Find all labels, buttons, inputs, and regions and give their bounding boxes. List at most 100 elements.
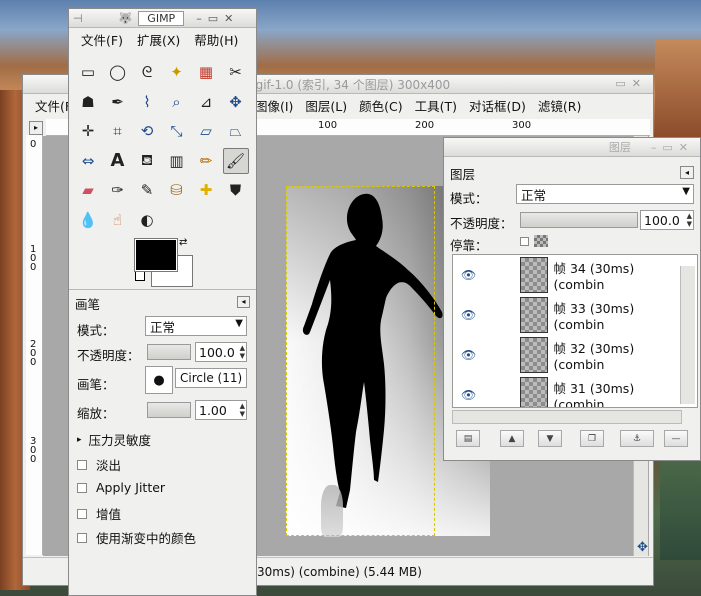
fuzzy-select-icon[interactable]: ✦	[164, 59, 190, 85]
lasso-icon[interactable]: ᘓ	[134, 59, 160, 85]
menu-dialogs[interactable]: 对话框(D)	[469, 96, 526, 115]
mode-select[interactable]: 正常 ▼	[145, 316, 247, 336]
eye-icon[interactable]: 👁	[457, 308, 480, 322]
opacity-row: 不透明度：	[77, 345, 140, 364]
scale-icon[interactable]: ⤡	[164, 118, 190, 144]
clone-icon[interactable]: ⛁	[164, 177, 190, 203]
zoom-icon[interactable]: ⌕	[164, 89, 190, 115]
lower-layer-button[interactable]: ▼	[538, 430, 562, 447]
lock-pixels-checkbox[interactable]	[520, 237, 529, 246]
foreground-select-icon[interactable]: ☗	[75, 89, 101, 115]
shear-icon[interactable]: ▱	[193, 118, 219, 144]
brush-name-field[interactable]: Circle (11)	[175, 368, 247, 388]
foreground-color-swatch[interactable]	[134, 238, 178, 272]
opacity-spin[interactable]: 100.0 ▲ ▼	[195, 342, 247, 362]
gradient-checkbox[interactable]	[77, 532, 87, 543]
pressure-expander[interactable]: ▸ 压力灵敏度	[77, 430, 151, 449]
layer-row[interactable]: 👁 帧 34 (30ms) (combin	[453, 255, 685, 295]
layers-opacity-slider[interactable]	[520, 212, 638, 228]
quick-mask-corner[interactable]: ▸	[29, 121, 43, 135]
layer-list-hscroll[interactable]	[452, 410, 682, 424]
layer-row[interactable]: 👁 帧 33 (30ms) (combin	[453, 295, 685, 335]
dock-window-controls[interactable]: –▭✕	[651, 141, 694, 154]
layer-list[interactable]: 👁 帧 34 (30ms) (combin 👁 帧 33 (30ms) (com…	[452, 254, 698, 408]
opacity-slider[interactable]	[147, 344, 191, 360]
measure-icon[interactable]: ⊿	[193, 89, 219, 115]
default-colors-icon[interactable]	[135, 271, 145, 281]
airbrush-icon[interactable]: ✑	[105, 177, 131, 203]
paintbrush-icon[interactable]: 🖌	[222, 147, 249, 174]
pencil-icon[interactable]: ✏	[193, 148, 219, 174]
gradient-option[interactable]: 使用渐变中的颜色	[77, 528, 196, 547]
rotate-icon[interactable]: ⟲	[134, 118, 160, 144]
eraser-icon[interactable]: ▰	[75, 177, 101, 203]
brush-preview-button[interactable]: ●	[145, 366, 173, 394]
bucket-fill-icon[interactable]: ⛾	[134, 148, 160, 174]
flip-icon[interactable]: ⇔	[75, 148, 101, 174]
layer-list-vscroll[interactable]	[680, 266, 695, 404]
menu-layer[interactable]: 图层(L)	[305, 96, 347, 115]
color-select-icon[interactable]: ▦	[193, 59, 219, 85]
layer-row[interactable]: 👁 帧 31 (30ms) (combin	[453, 375, 685, 407]
layer-row[interactable]: 👁 帧 32 (30ms) (combin	[453, 335, 685, 375]
spin-arrows-icon[interactable]: ▲ ▼	[687, 212, 692, 228]
smudge-icon[interactable]: ☝	[105, 207, 131, 233]
menu-filters[interactable]: 滤镜(R)	[538, 96, 581, 115]
incremental-checkbox[interactable]	[77, 508, 87, 519]
spin-arrows-icon[interactable]: ▲ ▼	[240, 402, 245, 418]
menu-image[interactable]: 图像(I)	[255, 96, 293, 115]
anchor-layer-button[interactable]: ⚓	[620, 430, 654, 447]
window-menu-icon[interactable]: ⊣	[73, 12, 83, 25]
jitter-option[interactable]: Apply Jitter	[77, 480, 165, 495]
swap-colors-icon[interactable]: ⇄	[179, 237, 187, 248]
fade-option[interactable]: 淡出	[77, 455, 121, 474]
ink-icon[interactable]: ✎	[134, 177, 160, 203]
eye-icon[interactable]: 👁	[457, 388, 480, 402]
delete-layer-button[interactable]: —	[664, 430, 688, 447]
heal-icon[interactable]: ✚	[193, 177, 219, 203]
color-picker-icon[interactable]: ⌇	[134, 89, 160, 115]
jitter-checkbox[interactable]	[77, 482, 87, 493]
fade-checkbox[interactable]	[77, 459, 87, 470]
options-tab-menu-icon[interactable]: ◂	[237, 296, 250, 308]
ruler-mark-v200: 2 0 0	[30, 339, 37, 368]
eye-icon[interactable]: 👁	[457, 268, 480, 282]
dodge-burn-icon[interactable]: ◐	[134, 207, 160, 233]
scale-slider[interactable]	[147, 402, 191, 418]
raise-layer-button[interactable]: ▲	[500, 430, 524, 447]
new-layer-button[interactable]: ▤	[456, 430, 480, 447]
layers-opacity-spin[interactable]: 100.0 ▲ ▼	[640, 210, 694, 230]
eye-icon[interactable]: 👁	[457, 348, 480, 362]
move-icon[interactable]: ✥	[223, 89, 249, 115]
dock-tab-menu-icon[interactable]: ◂	[680, 166, 694, 179]
spin-arrows-icon[interactable]: ▲ ▼	[240, 344, 245, 360]
scissors-icon[interactable]: ✂	[223, 59, 249, 85]
rect-select-icon[interactable]: ▭	[75, 59, 101, 85]
menu-colors[interactable]: 颜色(C)	[359, 96, 402, 115]
lock-alpha-icon[interactable]	[534, 235, 548, 247]
blend-icon[interactable]: ▥	[164, 148, 190, 174]
layers-dock-titlebar[interactable]: 图层 –▭✕	[444, 138, 700, 157]
align-icon[interactable]: ✛	[75, 118, 101, 144]
perspective-clone-icon[interactable]: ⛊	[223, 177, 249, 203]
crop-icon[interactable]: ⌗	[105, 118, 131, 144]
perspective-icon[interactable]: ⏢	[223, 118, 249, 144]
menu-xtns[interactable]: 扩展(X)	[137, 30, 180, 49]
menu-tools[interactable]: 工具(T)	[415, 96, 457, 115]
layers-mode-select[interactable]: 正常 ▼	[516, 184, 694, 204]
menu-file[interactable]: 文件(F)	[81, 30, 123, 49]
blur-icon[interactable]: 💧	[75, 207, 101, 233]
text-icon[interactable]: A	[105, 148, 131, 174]
incremental-option[interactable]: 增值	[77, 504, 121, 523]
tool-options-title: 画笔	[75, 297, 101, 312]
menu-help[interactable]: 帮助(H)	[194, 30, 238, 49]
scale-spin[interactable]: 1.00 ▲ ▼	[195, 400, 247, 420]
duplicate-layer-button[interactable]: ❐	[580, 430, 604, 447]
navigate-icon[interactable]: ✥	[637, 540, 648, 555]
vertical-ruler[interactable]: 0 1 0 0 2 0 0 3 0 0	[26, 135, 43, 555]
paths-icon[interactable]: ✒	[105, 89, 131, 115]
toolbox-titlebar[interactable]: ⊣ 🐺 GIMP –▭✕	[69, 9, 256, 28]
toolbox-window-controls[interactable]: –▭✕	[196, 12, 239, 25]
ellipse-select-icon[interactable]: ◯	[105, 59, 131, 85]
window-controls[interactable]: ▭✕	[615, 77, 647, 90]
